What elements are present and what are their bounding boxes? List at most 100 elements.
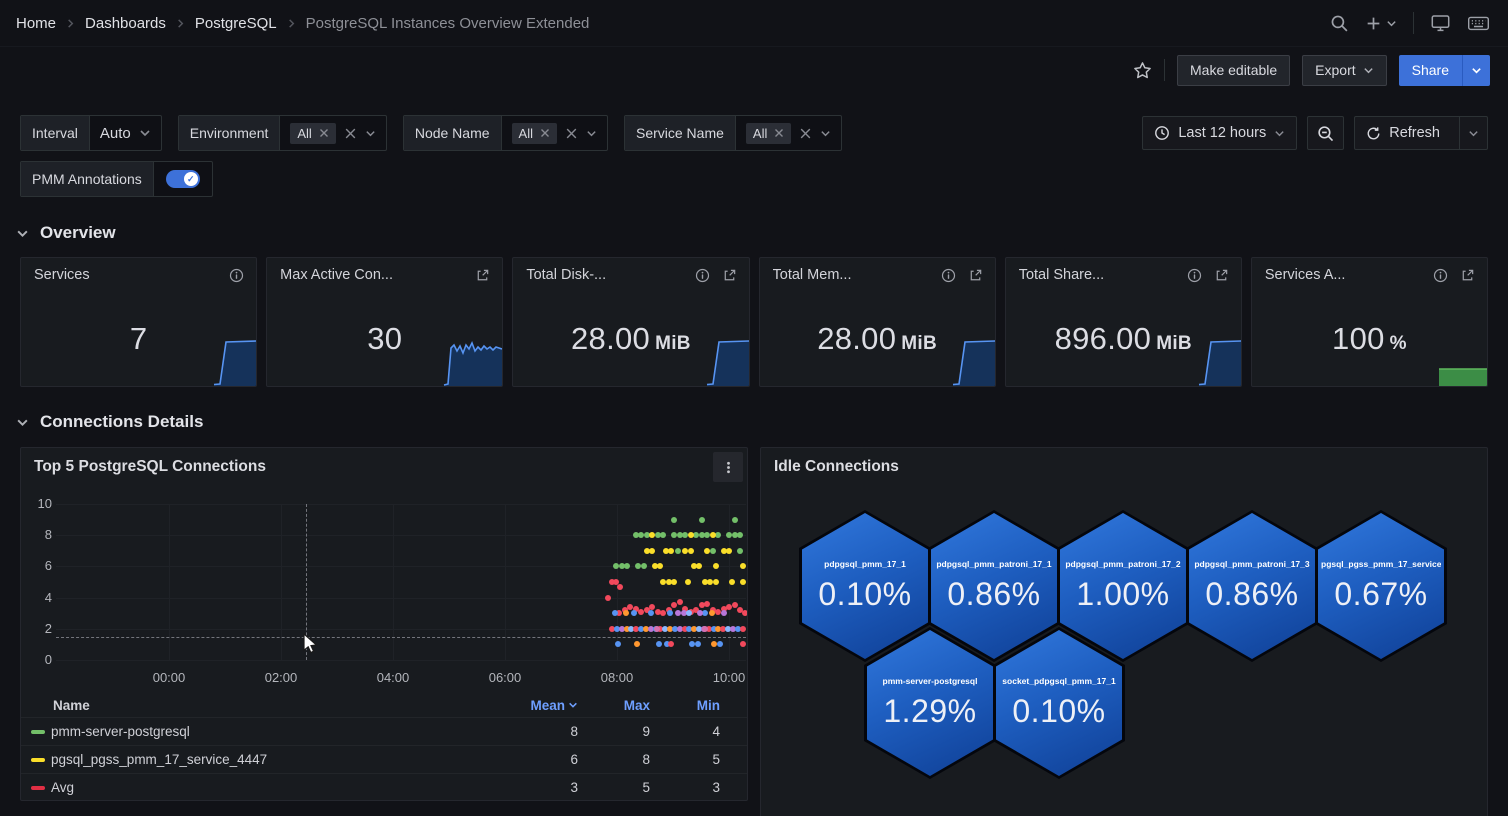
external-link-icon[interactable] (1460, 268, 1475, 283)
variable-select[interactable]: All (736, 116, 841, 150)
hexagon-value: 1.00% (1076, 576, 1169, 613)
external-link-icon[interactable] (722, 268, 737, 283)
breadcrumb-postgresql[interactable]: PostgreSQL (195, 15, 277, 32)
external-link-icon[interactable] (475, 268, 490, 283)
variable-label: Node Name (404, 116, 502, 150)
y-tick-label: 0 (25, 652, 52, 667)
legend-column-min[interactable]: Min (650, 698, 720, 713)
keyboard-icon[interactable] (1467, 13, 1490, 33)
legend-row: Avg353 (21, 773, 747, 801)
breadcrumb-home[interactable]: Home (16, 15, 56, 32)
info-icon (695, 268, 710, 283)
selected-value-chip[interactable]: All (290, 123, 335, 144)
interval-select[interactable]: Auto (90, 116, 161, 150)
nav-actions (1330, 12, 1490, 34)
hexagon-service-label: socket_pdpgsql_pmm_17_1 (1002, 676, 1115, 686)
external-link-icon[interactable] (968, 268, 983, 283)
time-range-label: Last 12 hours (1178, 125, 1266, 141)
legend-row: pgsql_pgss_pmm_17_service_4447685 (21, 745, 747, 773)
legend-column-name[interactable]: Name (31, 698, 508, 713)
stat-value-number: 30 (367, 321, 402, 356)
add-panel-button[interactable] (1365, 15, 1397, 32)
stat-panel-title[interactable]: Total Share... (1019, 267, 1104, 283)
clear-all-icon[interactable] (799, 127, 812, 140)
stat-value-number: 7 (130, 321, 148, 356)
chevron-down-icon (586, 128, 597, 139)
x-tick-label: 02:00 (259, 670, 303, 685)
clear-all-icon[interactable] (344, 127, 357, 140)
variable-service-name: Service NameAll (624, 115, 842, 151)
chevron-down-icon (820, 128, 831, 139)
chevron-down-icon (1386, 18, 1397, 29)
stat-panel-title[interactable]: Total Disk-... (526, 267, 606, 283)
zoom-out-button[interactable] (1307, 116, 1344, 150)
stat-panel-0: Services 7 (20, 257, 257, 387)
panel-title[interactable]: Top 5 PostgreSQL Connections (34, 458, 266, 476)
panel-title[interactable]: Idle Connections (774, 458, 899, 476)
refresh-button[interactable]: Refresh (1355, 117, 1451, 149)
selected-value-chip[interactable]: All (512, 123, 557, 144)
section-connections-details[interactable]: Connections Details (0, 412, 1508, 432)
crosshair-horizontal (56, 637, 746, 638)
breadcrumb-dashboards[interactable]: Dashboards (85, 15, 166, 32)
clear-all-icon[interactable] (565, 127, 578, 140)
x-tick-label: 04:00 (371, 670, 415, 685)
hexagon-pdpgsql_pmm_patroni_17_3[interactable]: pdpgsql_pmm_patroni_17_30.86% (1186, 510, 1318, 662)
hexagon-service-label: pdpgsql_pmm_patroni_17_2 (1065, 559, 1180, 569)
data-point (631, 610, 637, 616)
template-variables: EnvironmentAllNode NameAllService NameAl… (178, 115, 843, 151)
data-point (696, 563, 702, 569)
kebab-menu-icon[interactable] (713, 452, 743, 482)
legend-column-max[interactable]: Max (578, 698, 650, 713)
star-icon[interactable] (1133, 61, 1152, 80)
hexagon-body: pdpgsql_pmm_patroni_17_2 1.00% (1060, 513, 1186, 659)
legend-column-mean[interactable]: Mean (508, 698, 578, 713)
selected-value-chip[interactable]: All (746, 123, 791, 144)
data-point (656, 641, 662, 647)
stat-panel-title[interactable]: Total Mem... (773, 267, 852, 283)
export-button[interactable]: Export (1302, 55, 1386, 86)
legend-row: pmm-server-postgresql894 (21, 717, 747, 745)
series-name[interactable]: Avg (31, 780, 508, 795)
stat-panel-icons (475, 268, 490, 283)
chevron-down-icon (139, 127, 151, 139)
stat-panel-title[interactable]: Max Active Con... (280, 267, 393, 283)
section-overview-title: Overview (40, 223, 116, 243)
series-name[interactable]: pgsql_pgss_pmm_17_service_4447 (31, 752, 508, 767)
y-tick-label: 2 (25, 621, 52, 636)
data-point (740, 626, 746, 632)
variable-label: Environment (179, 116, 281, 150)
pmm-annotations-toggle[interactable]: ✓ (166, 170, 200, 188)
data-point (667, 610, 673, 616)
external-link-icon[interactable] (1214, 268, 1229, 283)
search-icon[interactable] (1330, 14, 1349, 33)
pmm-annotations-control: PMM Annotations ✓ (20, 161, 213, 197)
x-tick-label: 08:00 (595, 670, 639, 685)
remove-value-icon[interactable] (774, 128, 784, 138)
hexagon-service-label: pdpgsql_pmm_patroni_17_3 (1194, 559, 1309, 569)
data-point (688, 548, 694, 554)
remove-value-icon[interactable] (540, 128, 550, 138)
hexagon-pgsql_pgss_pmm_17_service_4447[interactable]: pgsql_pgss_pmm_17_service_44470.67% (1315, 510, 1447, 662)
share-menu-button[interactable] (1462, 55, 1490, 86)
section-overview[interactable]: Overview (0, 223, 1508, 243)
data-point (623, 610, 629, 616)
monitor-icon[interactable] (1430, 13, 1451, 33)
series-mean: 3 (508, 780, 578, 795)
variable-select[interactable]: All (280, 116, 385, 150)
refresh-interval-button[interactable] (1459, 117, 1487, 149)
series-min: 4 (650, 724, 720, 739)
data-point (686, 610, 692, 616)
stat-panel-title[interactable]: Services A... (1265, 267, 1346, 283)
data-point (688, 532, 694, 538)
time-range-picker[interactable]: Last 12 hours (1142, 116, 1297, 150)
scatter-plot[interactable] (56, 504, 746, 660)
remove-value-icon[interactable] (319, 128, 329, 138)
variables-bar: Interval Auto EnvironmentAllNode NameAll… (0, 115, 1508, 151)
info-icon (1187, 268, 1202, 283)
variable-select[interactable]: All (502, 116, 607, 150)
stat-panel-title[interactable]: Services (34, 267, 90, 283)
share-button[interactable]: Share (1399, 55, 1462, 86)
series-name[interactable]: pmm-server-postgresql (31, 724, 508, 739)
make-editable-button[interactable]: Make editable (1177, 55, 1290, 86)
